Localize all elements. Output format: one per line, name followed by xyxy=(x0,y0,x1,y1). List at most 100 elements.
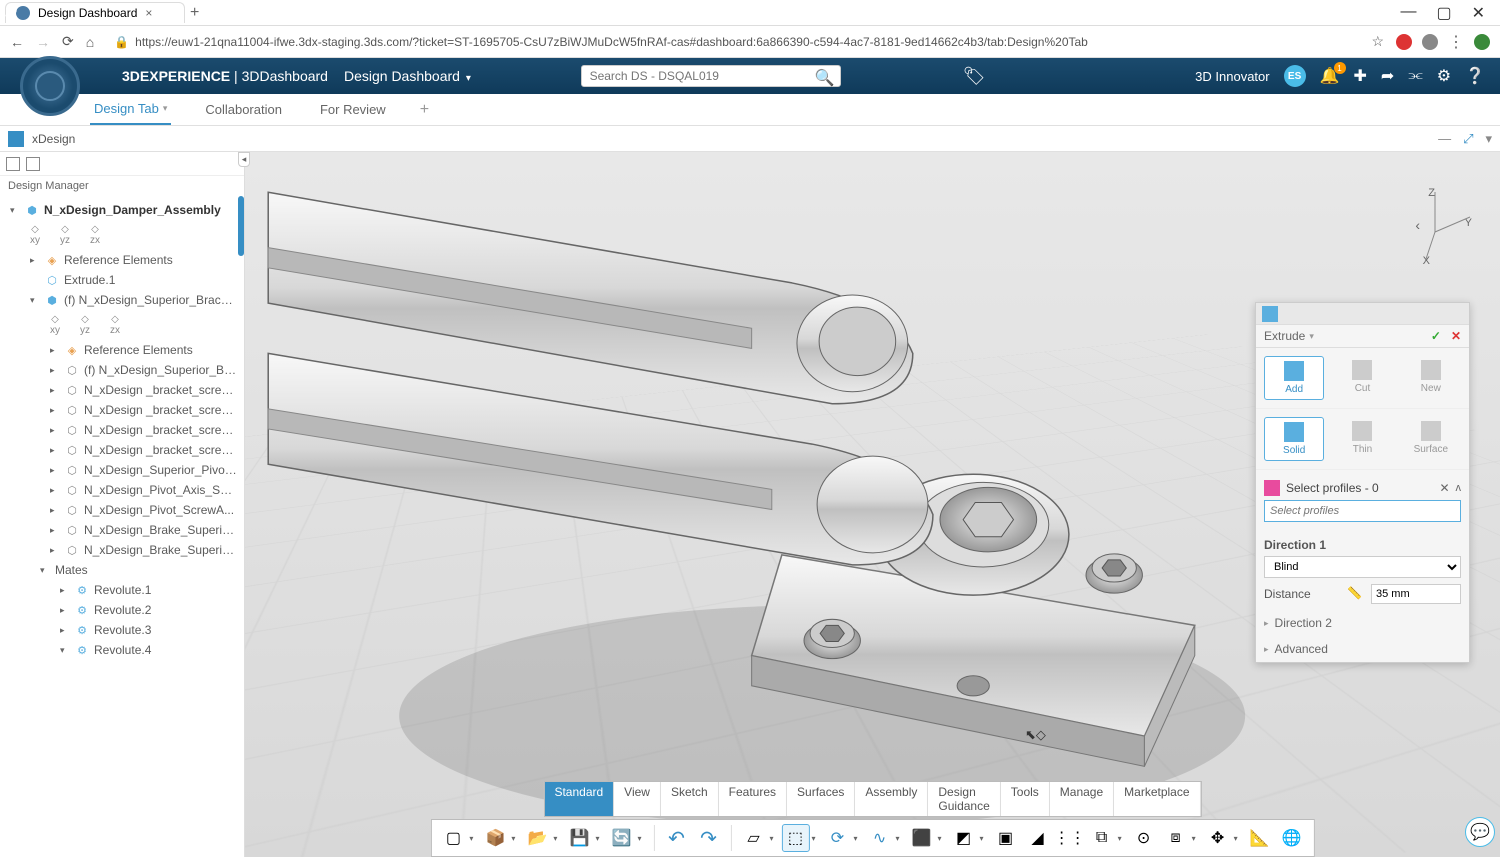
plane-xy-icon[interactable]: ◇xy xyxy=(50,314,60,336)
tree-item-part[interactable]: ▸⬡N_xDesign_Pivot_ScrewA... xyxy=(0,500,244,520)
tree-item-part[interactable]: ▸⬡N_xDesign_Pivot_Axis_Scr... xyxy=(0,480,244,500)
cmd-fillet-icon[interactable]: ⬛ xyxy=(908,824,936,852)
tree-item-reference[interactable]: ▸ ◈ Reference Elements xyxy=(0,340,244,360)
home-icon[interactable]: ⌂ xyxy=(86,34,94,50)
tab-collaboration[interactable]: Collaboration xyxy=(201,95,286,124)
mode-cut[interactable]: Cut xyxy=(1332,356,1392,400)
back-icon[interactable]: ← xyxy=(10,34,24,50)
close-window-icon[interactable]: ✕ xyxy=(1472,3,1485,23)
cmd-mirror-icon[interactable]: ⧉ xyxy=(1088,824,1116,852)
adblock-icon[interactable] xyxy=(1396,34,1412,50)
tab-close-icon[interactable]: × xyxy=(145,6,152,20)
dashboard-name[interactable]: Design Dashboard ▾ xyxy=(344,68,471,84)
panel-tool-icon[interactable] xyxy=(26,157,40,171)
minimize-icon[interactable]: — xyxy=(1400,3,1416,23)
cmd-extrude-icon[interactable]: ⬚ xyxy=(781,824,809,852)
cmd-rebuild-icon[interactable]: 🔄 xyxy=(607,824,635,852)
plane-xy-icon[interactable]: ◇xy xyxy=(30,224,40,246)
cmd-globe-icon[interactable]: 🌐 xyxy=(1278,824,1306,852)
tree-item-mates[interactable]: ▾ Mates xyxy=(0,560,244,580)
help-icon[interactable]: ❔ xyxy=(1465,66,1485,86)
cmd-mate-icon[interactable]: ⧈ xyxy=(1162,824,1190,852)
add-icon[interactable]: ✚ xyxy=(1354,66,1367,86)
cmd-redo-icon[interactable]: ↷ xyxy=(694,824,722,852)
tab-design[interactable]: Design Tab▾ xyxy=(90,94,171,125)
cmd-tab-manage[interactable]: Manage xyxy=(1050,782,1114,816)
tree-item-subassembly[interactable]: ▾ ⬢ (f) N_xDesign_Superior_Bracket... xyxy=(0,290,244,310)
new-tab-button[interactable]: + xyxy=(190,4,199,22)
cmd-tab-tools[interactable]: Tools xyxy=(1001,782,1050,816)
reload-icon[interactable]: ⟳ xyxy=(62,33,74,50)
cmd-sketch-icon[interactable]: ▱ xyxy=(739,824,767,852)
tree-item-extrude[interactable]: ⬡ Extrude.1 xyxy=(0,270,244,290)
tree-item-reference[interactable]: ▸ ◈ Reference Elements xyxy=(0,250,244,270)
cmd-tab-view[interactable]: View xyxy=(614,782,661,816)
maximize-icon[interactable]: ▢ xyxy=(1436,3,1451,23)
cmd-tab-features[interactable]: Features xyxy=(719,782,787,816)
cmd-open-icon[interactable]: 📂 xyxy=(523,824,551,852)
tree-item-part[interactable]: ▸⬡N_xDesign_Brake_Superior... xyxy=(0,520,244,540)
clear-icon[interactable]: ✕ xyxy=(1439,481,1449,495)
panel-titlebar[interactable] xyxy=(1256,303,1469,325)
cmd-pattern-icon[interactable]: ⋮⋮ xyxy=(1056,824,1084,852)
direction2-section[interactable]: ▸ Direction 2 xyxy=(1256,610,1469,636)
scrollbar-thumb[interactable] xyxy=(238,196,244,256)
chevron-up-icon[interactable]: ʌ xyxy=(1456,482,1462,494)
tree-item-mate[interactable]: ▾⚙Revolute.4 xyxy=(0,640,244,660)
cmd-revolve-icon[interactable]: ⟳ xyxy=(824,824,852,852)
mode-new[interactable]: New xyxy=(1401,356,1461,400)
settings-icon[interactable]: ⚙ xyxy=(1437,66,1451,86)
tree-root[interactable]: ▾ ⬢ N_xDesign_Damper_Assembly xyxy=(0,200,244,220)
view-cube[interactable]: Z Y X ‹ xyxy=(1390,182,1480,272)
end-type-select[interactable]: Blind xyxy=(1264,556,1461,578)
tree-item-part[interactable]: ▸⬡N_xDesign _bracket_screw... xyxy=(0,420,244,440)
browser-tab[interactable]: Design Dashboard × xyxy=(5,2,185,23)
cmd-new-icon[interactable]: 📦 xyxy=(481,824,509,852)
tree-item-part[interactable]: ▸⬡N_xDesign _bracket_screw... xyxy=(0,380,244,400)
url-field[interactable]: 🔒 https://euw1-21qna11004-ifwe.3dx-stagi… xyxy=(106,35,1359,49)
cmd-hole-icon[interactable]: ⊙ xyxy=(1130,824,1158,852)
mode-solid[interactable]: Solid xyxy=(1264,417,1324,461)
advanced-section[interactable]: ▸ Advanced xyxy=(1256,636,1469,662)
chat-icon[interactable]: 💬 xyxy=(1465,817,1495,847)
menu-icon[interactable]: ⋮ xyxy=(1448,32,1464,52)
compass-icon[interactable] xyxy=(20,56,80,116)
measure-icon[interactable]: 📏 xyxy=(1347,586,1363,602)
cmd-draft-icon[interactable]: ◢ xyxy=(1024,824,1052,852)
chevron-down-icon[interactable]: ▾ xyxy=(1309,331,1314,342)
cmd-tab-design-guidance[interactable]: Design Guidance xyxy=(928,782,1000,816)
cmd-chamfer-icon[interactable]: ◩ xyxy=(950,824,978,852)
cmd-tab-assembly[interactable]: Assembly xyxy=(855,782,928,816)
plane-yz-icon[interactable]: ◇yz xyxy=(80,314,90,336)
tree-item-mate[interactable]: ▸⚙Revolute.2 xyxy=(0,600,244,620)
confirm-button[interactable]: ✓ xyxy=(1431,329,1441,343)
cmd-sweep-icon[interactable]: ∿ xyxy=(866,824,894,852)
star-icon[interactable]: ☆ xyxy=(1371,33,1384,50)
search-icon[interactable]: 🔍 xyxy=(815,68,835,88)
mode-add[interactable]: Add xyxy=(1264,356,1324,400)
cancel-button[interactable]: ✕ xyxy=(1451,329,1461,343)
forward-icon[interactable]: → xyxy=(36,34,50,50)
profile-input[interactable] xyxy=(1264,500,1461,522)
panel-tool-icon[interactable] xyxy=(6,157,20,171)
cmd-shell-icon[interactable]: ▣ xyxy=(992,824,1020,852)
network-icon[interactable]: ⫘ xyxy=(1408,67,1422,85)
cmd-move-icon[interactable]: ✥ xyxy=(1204,824,1232,852)
tab-for-review[interactable]: For Review xyxy=(316,95,390,124)
add-tab-button[interactable]: + xyxy=(420,101,429,119)
tree-item-mate[interactable]: ▸⚙Revolute.3 xyxy=(0,620,244,640)
tag-icon[interactable]: 🏷 xyxy=(963,66,986,87)
plane-zx-icon[interactable]: ◇zx xyxy=(90,224,100,246)
fullscreen-widget-icon[interactable]: ⤢ xyxy=(1463,131,1473,147)
cmd-tab-sketch[interactable]: Sketch xyxy=(661,782,719,816)
tree-item-mate[interactable]: ▸⚙Revolute.1 xyxy=(0,580,244,600)
widget-menu-icon[interactable]: ▾ xyxy=(1485,131,1492,147)
notification-icon[interactable]: 🔔1 xyxy=(1320,66,1340,86)
tree-item-part[interactable]: ▸⬡(f) N_xDesign_Superior_Bra... xyxy=(0,360,244,380)
cmd-lasso-icon[interactable]: ▢ xyxy=(439,824,467,852)
plane-yz-icon[interactable]: ◇yz xyxy=(60,224,70,246)
cmd-tab-surfaces[interactable]: Surfaces xyxy=(787,782,855,816)
cmd-save-icon[interactable]: 💾 xyxy=(565,824,593,852)
cmd-measure-icon[interactable]: 📐 xyxy=(1246,824,1274,852)
cmd-tab-marketplace[interactable]: Marketplace xyxy=(1114,782,1200,816)
